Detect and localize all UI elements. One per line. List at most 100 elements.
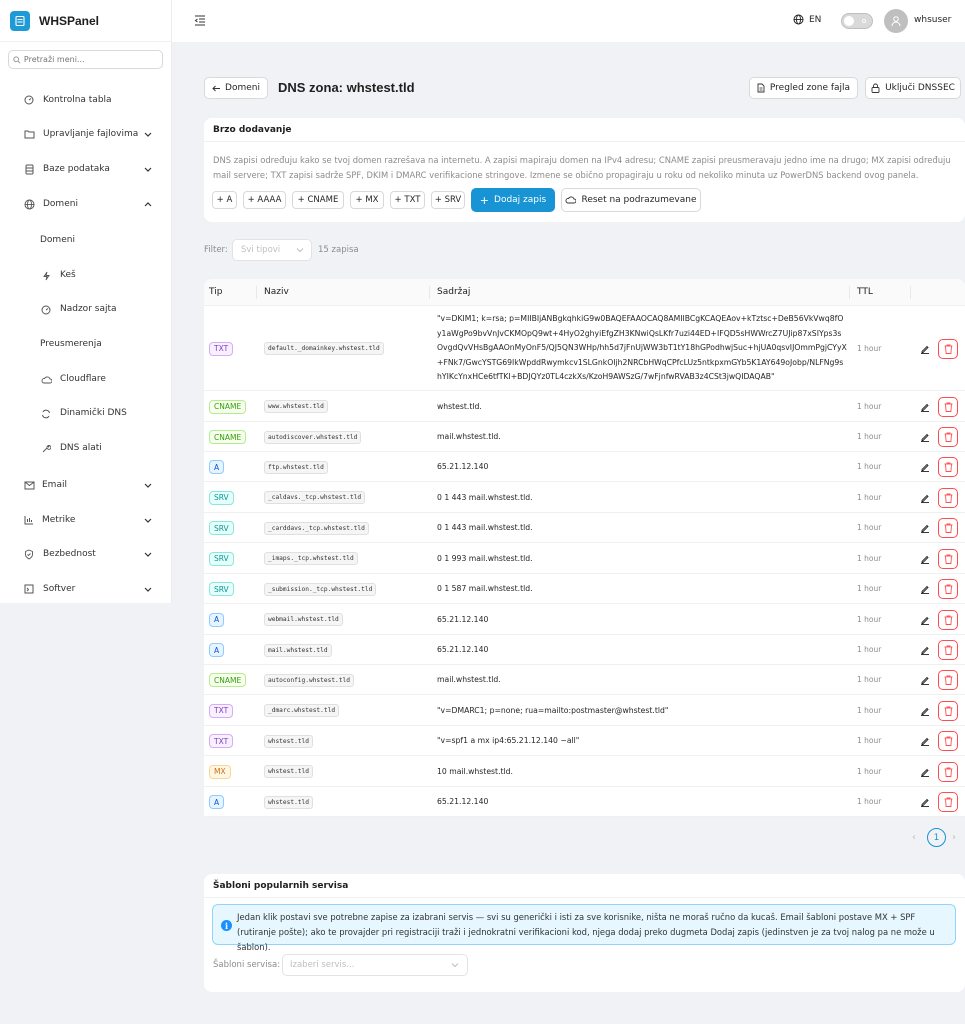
edit-icon[interactable] (916, 428, 934, 446)
sidebar-subitem-ddns[interactable]: Dinamički DNS (0, 399, 171, 429)
app-name[interactable]: WHSPanel (39, 14, 99, 28)
info-icon: i (221, 920, 232, 931)
add-mx-chip[interactable]: + MX (350, 191, 384, 209)
reset-defaults-button[interactable]: Reset na podrazumevane (561, 188, 701, 212)
delete-icon[interactable] (938, 700, 958, 721)
edit-icon[interactable] (916, 458, 934, 476)
edit-icon[interactable] (916, 611, 934, 629)
delete-icon[interactable] (938, 761, 958, 782)
sidebar-subitem-redirects[interactable]: Preusmerenja (0, 330, 171, 360)
theme-toggle[interactable] (841, 13, 873, 29)
table-row: TXT whstest.tld "v=spf1 a mx ip4:65.21.12.… (204, 726, 965, 756)
edit-icon[interactable] (916, 732, 934, 750)
lock-icon (871, 83, 880, 93)
add-txt-chip[interactable]: + TXT (390, 191, 425, 209)
table-row: SRV _submission._tcp.whstest.tld 0 1 587 m… (204, 574, 965, 604)
sidebar-item-dashboard[interactable]: Kontrolna tabla (0, 85, 171, 115)
record-type-badge: MX (209, 764, 231, 779)
pagination-page[interactable]: 1 (927, 828, 946, 847)
chevron-down-icon (296, 248, 304, 253)
language-switcher[interactable]: EN (793, 14, 821, 25)
delete-icon[interactable] (938, 640, 958, 660)
back-button[interactable]: Domeni (204, 77, 268, 99)
pagination-prev[interactable]: ‹ (912, 832, 916, 843)
language-label: EN (809, 14, 822, 25)
sidebar-subitem-cloudflare[interactable]: Cloudflare (0, 365, 171, 395)
edit-icon[interactable] (916, 641, 934, 659)
avatar[interactable] (884, 9, 908, 33)
delete-icon[interactable] (938, 792, 958, 812)
edit-icon[interactable] (916, 398, 934, 416)
delete-icon[interactable] (938, 518, 958, 538)
dns-records-table: Tip Naziv Sadržaj TTL TXT default._domain… (204, 279, 965, 817)
service-template-placeholder: Izaberi servis... (290, 960, 355, 970)
record-type-badge: CNAME (209, 430, 247, 444)
sidebar-subitem-label: Nadzor sajta (60, 304, 117, 314)
record-ttl: 1 hour (857, 614, 882, 624)
edit-icon[interactable] (916, 489, 934, 507)
record-ttl: 1 hour (857, 401, 882, 411)
sidebar-item-domains[interactable]: Domeni (0, 189, 171, 219)
edit-icon[interactable] (916, 763, 934, 781)
zone-file-button[interactable]: Pregled zone fajla (749, 77, 858, 99)
delete-icon[interactable] (938, 338, 958, 359)
sidebar-item-software[interactable]: Softver (0, 574, 171, 604)
delete-icon[interactable] (938, 427, 958, 447)
type-filter-select[interactable]: Svi tipovi (232, 239, 312, 261)
delete-icon[interactable] (938, 731, 958, 751)
logo-icon[interactable] (10, 10, 30, 31)
sidebar-item-metrics[interactable]: Metrike (0, 505, 171, 535)
service-template-select[interactable]: Izaberi servis... (282, 954, 468, 976)
record-content: 65.21.12.140 (437, 462, 489, 471)
sidebar: WHSPanel Kontrolna tabla Upravljanje faj… (0, 0, 172, 603)
type-filter-placeholder: Svi tipovi (241, 245, 281, 255)
sidebar-subitem-monitor[interactable]: Nadzor sajta (0, 295, 171, 325)
menu-search[interactable] (8, 50, 163, 69)
menu-fold-icon[interactable] (194, 14, 208, 28)
sidebar-subitem-domains[interactable]: Domeni (0, 226, 171, 256)
add-srv-chip[interactable]: + SRV (431, 191, 465, 209)
edit-icon[interactable] (916, 550, 934, 568)
sidebar-subitem-dns-tools[interactable]: DNS alati (0, 434, 171, 464)
menu-search-input[interactable] (23, 55, 162, 64)
dnssec-button[interactable]: Uključi DNSSEC (865, 77, 961, 99)
column-type[interactable]: Tip (209, 287, 222, 297)
column-name[interactable]: Naziv (264, 287, 289, 297)
chevron-up-icon (143, 199, 153, 209)
edit-icon[interactable] (916, 671, 934, 689)
delete-icon[interactable] (938, 579, 958, 599)
delete-icon[interactable] (938, 396, 958, 417)
sidebar-subitem-cache[interactable]: Keš (0, 261, 171, 291)
edit-icon[interactable] (916, 702, 934, 720)
add-aaaa-chip[interactable]: + AAAA (243, 191, 286, 209)
folder-icon (23, 128, 35, 140)
user-icon (891, 16, 901, 27)
pagination-next[interactable]: › (952, 832, 956, 843)
add-a-chip[interactable]: + A (212, 191, 237, 209)
record-type-badge: A (209, 643, 225, 657)
delete-icon[interactable] (938, 457, 958, 477)
record-ttl: 1 hour (857, 797, 882, 806)
column-ttl[interactable]: TTL (857, 287, 873, 297)
sidebar-item-email[interactable]: Email (0, 470, 171, 500)
username[interactable]: whsuser (914, 15, 951, 25)
sidebar-item-security[interactable]: Bezbednost (0, 539, 171, 569)
delete-icon[interactable] (938, 609, 958, 630)
delete-icon[interactable] (938, 487, 958, 508)
edit-icon[interactable] (916, 580, 934, 598)
column-content[interactable]: Sadržaj (437, 287, 470, 297)
cloud-icon (566, 196, 577, 204)
edit-icon[interactable] (916, 340, 934, 358)
delete-icon[interactable] (938, 670, 958, 690)
database-icon (23, 163, 35, 175)
gauge-icon (40, 304, 52, 316)
sidebar-item-databases[interactable]: Baze podataka (0, 154, 171, 184)
sidebar-item-files[interactable]: Upravljanje fajlovima (0, 119, 171, 149)
chevron-down-icon (143, 480, 153, 490)
edit-icon[interactable] (916, 519, 934, 537)
record-ttl: 1 hour (857, 736, 882, 745)
edit-icon[interactable] (916, 793, 934, 811)
add-cname-chip[interactable]: + CNAME (292, 191, 344, 209)
add-record-button[interactable]: + Dodaj zapis (471, 188, 555, 212)
delete-icon[interactable] (938, 548, 958, 569)
